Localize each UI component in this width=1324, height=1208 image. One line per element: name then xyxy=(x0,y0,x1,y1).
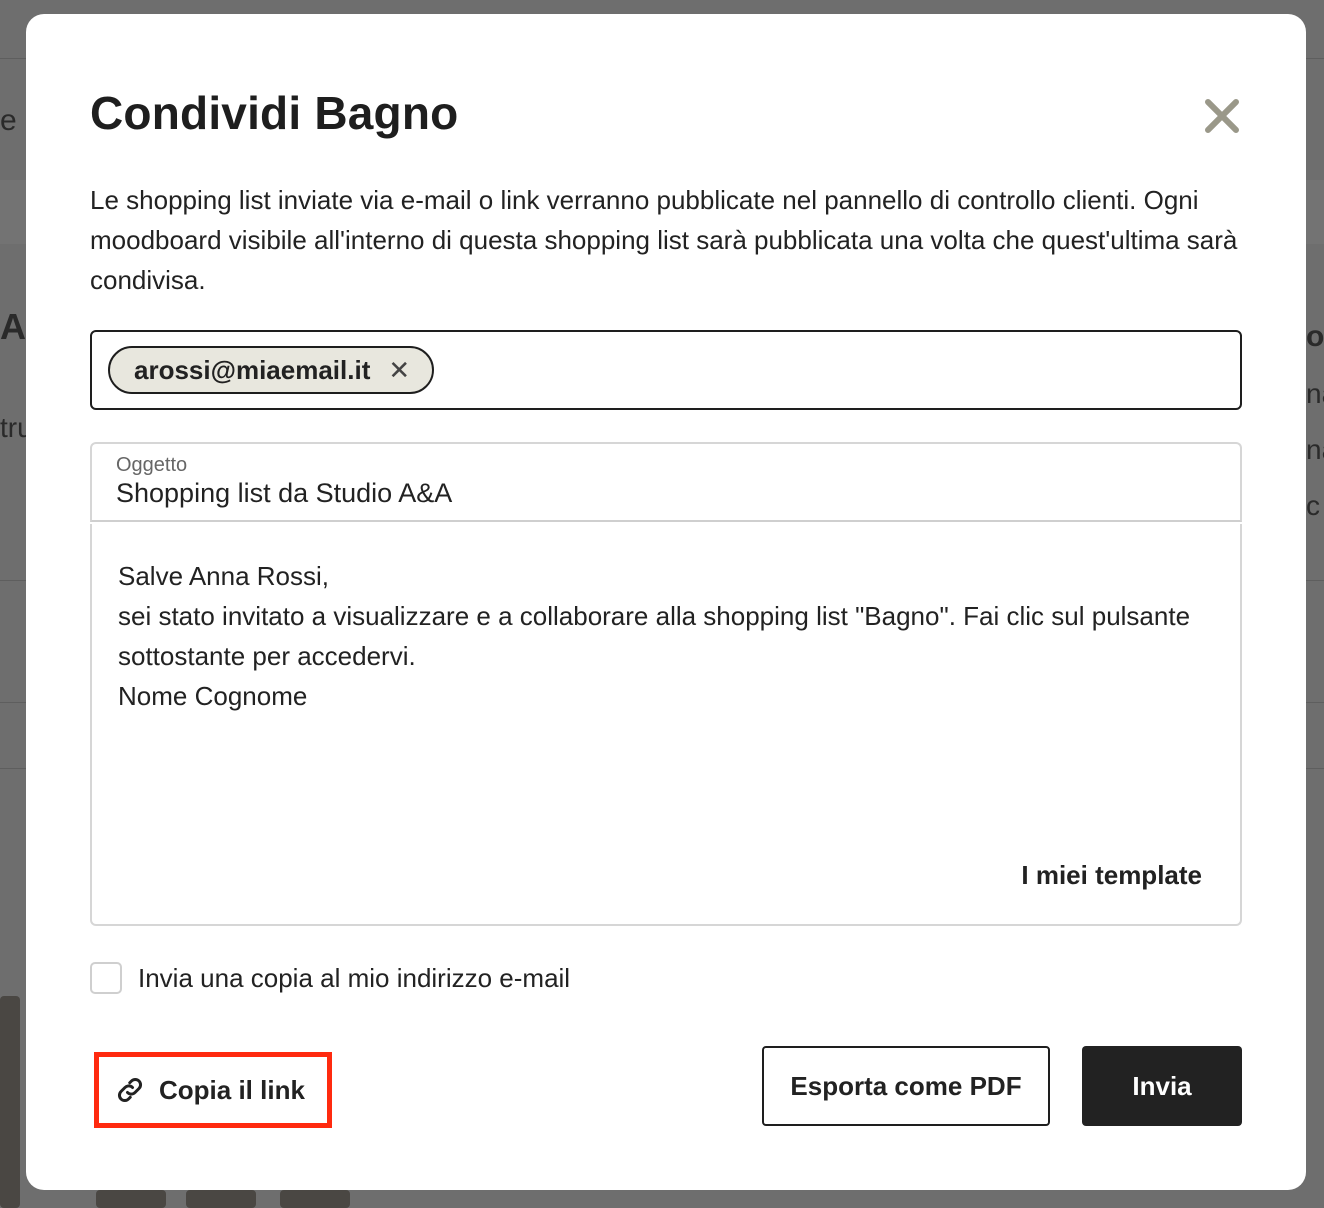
recipient-chip: arossi@miaemail.it ✕ xyxy=(108,346,435,394)
background-text: A xyxy=(0,306,26,347)
background-text: na xyxy=(1306,434,1324,465)
message-textarea[interactable]: Salve Anna Rossi, sei stato invitato a v… xyxy=(90,524,1242,926)
dialog-description: Le shopping list inviate via e-mail o li… xyxy=(90,185,1238,295)
share-dialog: Condividi Bagno Le shopping list inviate… xyxy=(26,14,1306,1190)
background-text: c xyxy=(1306,490,1320,521)
message-text: Salve Anna Rossi, sei stato invitato a v… xyxy=(118,556,1208,716)
background-text: na xyxy=(1306,378,1324,409)
copy-link-label: Copia il link xyxy=(159,1074,305,1105)
send-copy-checkbox[interactable] xyxy=(90,962,122,994)
background-image xyxy=(186,1190,256,1208)
background-image xyxy=(96,1190,166,1208)
message-line: Salve Anna Rossi, xyxy=(118,561,330,591)
close-button[interactable] xyxy=(1200,94,1244,138)
remove-recipient-icon[interactable]: ✕ xyxy=(388,355,410,386)
background-image xyxy=(0,996,20,1208)
background-panel xyxy=(1306,180,1324,244)
subject-value: Shopping list da Studio A&A xyxy=(116,478,453,508)
link-icon xyxy=(117,1077,143,1103)
close-icon xyxy=(1205,99,1239,133)
subject-field[interactable]: Oggetto Shopping list da Studio A&A xyxy=(90,442,1242,522)
export-pdf-button[interactable]: Esporta come PDF xyxy=(762,1046,1050,1126)
send-copy-label: Invia una copia al mio indirizzo e-mail xyxy=(138,963,571,993)
copy-link-button[interactable]: Copia il link xyxy=(94,1052,332,1128)
send-button[interactable]: Invia xyxy=(1082,1046,1242,1126)
dialog-title: Condividi Bagno xyxy=(90,87,459,139)
background-text: e xyxy=(0,104,17,137)
recipient-email: arossi@miaemail.it xyxy=(134,354,371,385)
recipients-input[interactable]: arossi@miaemail.it ✕ xyxy=(90,330,1242,410)
background-text: o xyxy=(1306,320,1324,353)
background-image xyxy=(280,1190,350,1208)
subject-label: Oggetto xyxy=(116,454,188,476)
message-line: Nome Cognome xyxy=(118,681,308,711)
background-panel xyxy=(0,180,26,244)
my-templates-link[interactable]: I miei template xyxy=(1021,860,1202,891)
message-line: sei stato invitato a visualizzare e a co… xyxy=(118,601,1191,671)
